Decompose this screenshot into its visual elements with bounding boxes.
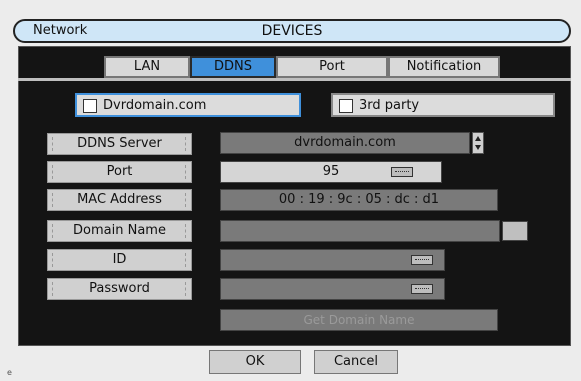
get-domain-name-button[interactable]: Get Domain Name (220, 309, 498, 331)
domain-name-field (220, 220, 500, 242)
spin-down-arrow-icon[interactable] (475, 145, 481, 150)
cancel-button[interactable]: Cancel (314, 350, 398, 374)
mac-address-field: 00 : 19 : 9c : 05 : dc : d1 (220, 189, 498, 211)
id-label: ID (47, 249, 192, 271)
tab-lan[interactable]: LAN (104, 56, 190, 78)
checkbox-icon[interactable] (339, 99, 353, 113)
password-label: Password (47, 278, 192, 300)
window-frame: Network DEVICES LAN DDNS Port Notificati… (0, 0, 581, 381)
id-input[interactable] (220, 249, 445, 271)
tab-notification[interactable]: Notification (388, 56, 500, 78)
ok-button[interactable]: OK (209, 350, 301, 374)
third-party-label: 3rd party (359, 98, 420, 113)
port-label: Port (47, 161, 192, 183)
ddns-server-label: DDNS Server (47, 133, 192, 155)
keyboard-icon[interactable] (411, 284, 433, 294)
port-value: 95 (322, 164, 340, 179)
port-input[interactable]: 95 (220, 161, 442, 183)
checkbox-icon[interactable] (83, 99, 97, 113)
tab-port[interactable]: Port (276, 56, 388, 78)
third-party-option[interactable]: 3rd party (331, 93, 555, 117)
tab-divider (18, 78, 571, 81)
domain-name-button[interactable] (502, 221, 528, 241)
spin-up-arrow-icon[interactable] (475, 136, 481, 141)
keyboard-icon[interactable] (391, 167, 413, 177)
title-bar: Network DEVICES (13, 19, 571, 43)
page-title: DEVICES (261, 23, 323, 39)
domain-name-label: Domain Name (47, 220, 192, 242)
keyboard-icon[interactable] (411, 255, 433, 265)
dvrdomain-label: Dvrdomain.com (103, 98, 207, 113)
mac-address-label: MAC Address (47, 189, 192, 211)
spinner-arrows-icon[interactable] (472, 132, 484, 154)
dvrdomain-option[interactable]: Dvrdomain.com (75, 93, 301, 117)
tab-ddns[interactable]: DDNS (190, 56, 276, 78)
password-input[interactable] (220, 278, 445, 300)
corner-mark: e (7, 368, 12, 377)
ddns-server-select[interactable]: dvrdomain.com (220, 132, 470, 154)
